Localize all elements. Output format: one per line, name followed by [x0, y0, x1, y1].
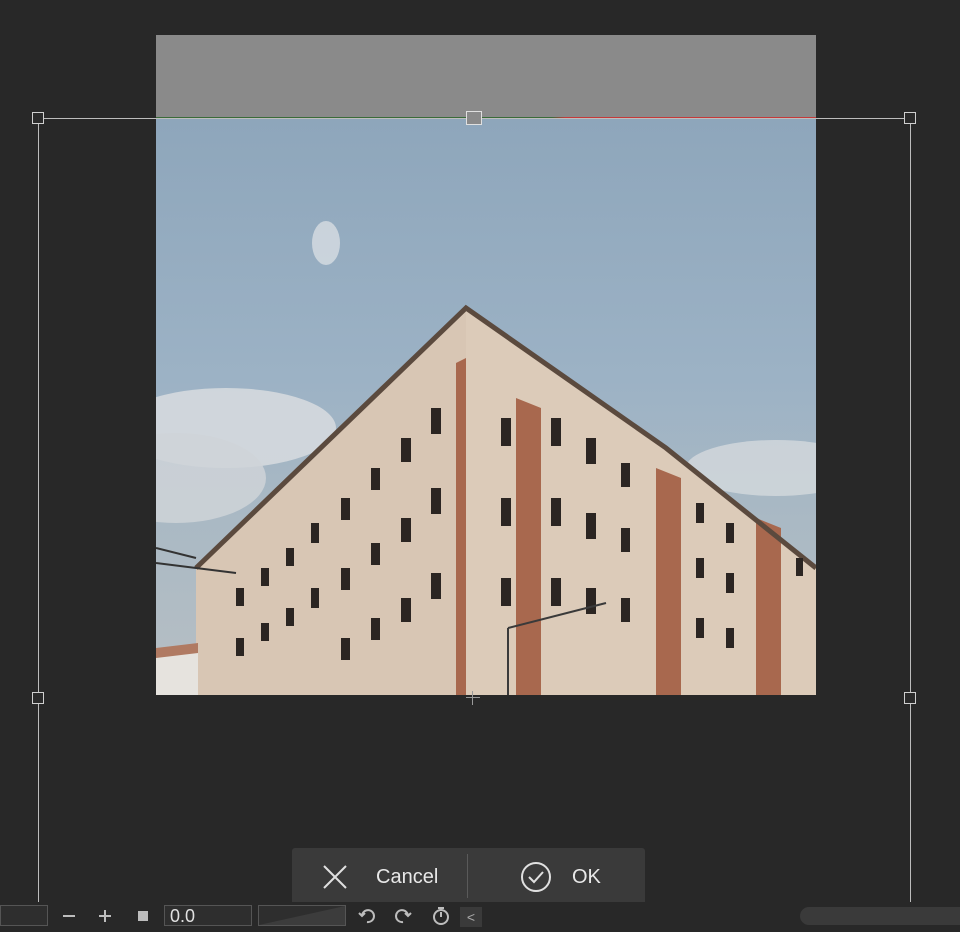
square-icon[interactable] — [132, 906, 154, 926]
crop-frame-right[interactable] — [910, 118, 911, 908]
crop-handle-top-right[interactable] — [904, 112, 916, 124]
ok-label: OK — [572, 865, 601, 888]
bottom-toolbar: 0.0 < — [0, 902, 960, 932]
angle-value-field[interactable]: 0.0 — [164, 905, 252, 926]
redo-icon[interactable] — [392, 906, 414, 926]
crop-handle-left-middle[interactable] — [32, 692, 44, 704]
undo-icon[interactable] — [356, 906, 378, 926]
horizontal-scrollbar[interactable] — [800, 907, 960, 925]
editor-canvas[interactable] — [0, 0, 960, 932]
cancel-label: Cancel — [376, 865, 439, 888]
photo-preview[interactable] — [156, 118, 816, 695]
crop-handle-right-middle[interactable] — [904, 692, 916, 704]
cancel-button[interactable]: Cancel — [320, 848, 470, 906]
ok-button[interactable]: OK — [520, 848, 630, 906]
crop-handle-top-middle[interactable] — [466, 111, 482, 125]
toolbar-field-left[interactable] — [0, 905, 48, 926]
plus-icon[interactable] — [94, 906, 116, 926]
dialog-divider — [467, 854, 468, 898]
crop-frame-left[interactable] — [38, 118, 39, 908]
check-circle-icon — [521, 862, 551, 892]
angle-slider-field[interactable] — [258, 905, 346, 926]
crop-handle-top-left[interactable] — [32, 112, 44, 124]
collapse-toolbar-button[interactable]: < — [460, 907, 482, 927]
chevron-left-icon: < — [466, 909, 476, 925]
close-x-icon — [323, 865, 347, 889]
minus-icon[interactable] — [58, 906, 80, 926]
crosshair-icon — [466, 691, 480, 705]
crop-confirm-bar: Cancel OK — [292, 848, 645, 906]
building-photo — [156, 221, 816, 695]
reset-timer-icon[interactable] — [430, 906, 452, 926]
crop-overflow-area — [156, 35, 816, 118]
